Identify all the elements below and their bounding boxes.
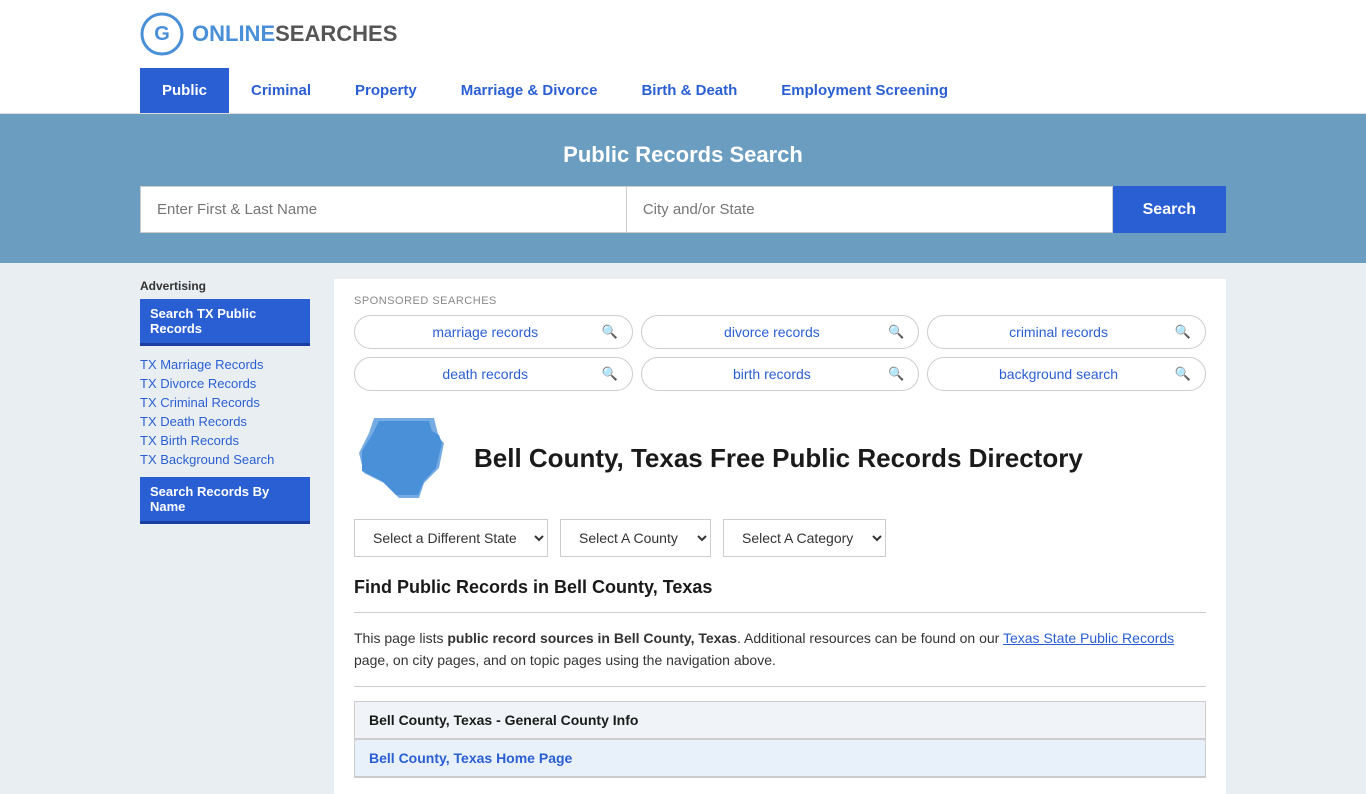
search-icon-death: 🔍 xyxy=(601,366,617,382)
nav-link-employment[interactable]: Employment Screening xyxy=(759,68,970,113)
divider-2 xyxy=(354,686,1206,687)
dropdowns-row: Select a Different State Select A County… xyxy=(354,519,1206,557)
search-button[interactable]: Search xyxy=(1113,186,1226,233)
sponsored-link-birth[interactable]: birth records xyxy=(656,366,888,382)
main-wrap: Advertising Search TX Public Records TX … xyxy=(0,263,1366,794)
sponsored-link-background[interactable]: background search xyxy=(942,366,1174,382)
content-area: SPONSORED SEARCHES marriage records 🔍 di… xyxy=(334,279,1226,794)
sponsored-grid: marriage records 🔍 divorce records 🔍 cri… xyxy=(354,315,1206,391)
accordion-label-homepage: Bell County, Texas Home Page xyxy=(369,750,572,766)
hero-title: Public Records Search xyxy=(140,142,1226,168)
nav-item-public[interactable]: Public xyxy=(140,68,229,113)
body-text-3: page, on city pages, and on topic pages … xyxy=(354,652,776,668)
accordion-item-homepage: Bell County, Texas Home Page xyxy=(354,739,1206,778)
page-header: Bell County, Texas Free Public Records D… xyxy=(354,413,1206,503)
sidebar-item-divorce[interactable]: TX Divorce Records xyxy=(140,375,310,391)
sponsored-item-background[interactable]: background search 🔍 xyxy=(927,357,1206,391)
page-title: Bell County, Texas Free Public Records D… xyxy=(474,443,1083,474)
nav-link-criminal[interactable]: Criminal xyxy=(229,68,333,113)
nav-link-marriage[interactable]: Marriage & Divorce xyxy=(439,68,620,113)
search-bar: Search xyxy=(140,186,1226,233)
sponsored-item-birth[interactable]: birth records 🔍 xyxy=(641,357,920,391)
sponsored-item-divorce[interactable]: divorce records 🔍 xyxy=(641,315,920,349)
sidebar: Advertising Search TX Public Records TX … xyxy=(140,279,310,794)
texas-map-icon xyxy=(354,413,454,503)
advertising-label: Advertising xyxy=(140,279,310,293)
sponsored-item-death[interactable]: death records 🔍 xyxy=(354,357,633,391)
accordion-header-homepage[interactable]: Bell County, Texas Home Page xyxy=(355,740,1205,777)
body-text-1: This page lists xyxy=(354,630,447,646)
nav-link-property[interactable]: Property xyxy=(333,68,439,113)
sidebar-item-death[interactable]: TX Death Records xyxy=(140,413,310,429)
search-icon-birth: 🔍 xyxy=(888,366,904,382)
nav-item-property[interactable]: Property xyxy=(333,68,439,113)
accordion-header-general[interactable]: Bell County, Texas - General County Info xyxy=(355,702,1205,739)
search-by-name-button[interactable]: Search Records By Name xyxy=(140,477,310,524)
sponsored-link-marriage[interactable]: marriage records xyxy=(369,324,601,340)
search-tx-button[interactable]: Search TX Public Records xyxy=(140,299,310,346)
search-icon-background: 🔍 xyxy=(1175,366,1191,382)
main-nav: Public Criminal Property Marriage & Divo… xyxy=(0,68,1366,114)
accordion-label-general: Bell County, Texas - General County Info xyxy=(369,712,638,728)
logo-text: ONLINESEARCHES xyxy=(192,21,397,47)
search-icon-criminal: 🔍 xyxy=(1175,324,1191,340)
divider-1 xyxy=(354,612,1206,613)
category-dropdown[interactable]: Select A Category xyxy=(723,519,886,557)
body-text: This page lists public record sources in… xyxy=(354,627,1206,672)
texas-records-link[interactable]: Texas State Public Records xyxy=(1003,630,1174,646)
nav-item-marriage[interactable]: Marriage & Divorce xyxy=(439,68,620,113)
sponsored-item-criminal[interactable]: criminal records 🔍 xyxy=(927,315,1206,349)
sponsored-item-marriage[interactable]: marriage records 🔍 xyxy=(354,315,633,349)
search-icon-marriage: 🔍 xyxy=(601,324,617,340)
sponsored-link-death[interactable]: death records xyxy=(369,366,601,382)
sidebar-item-marriage[interactable]: TX Marriage Records xyxy=(140,356,310,372)
nav-item-birth[interactable]: Birth & Death xyxy=(619,68,759,113)
nav-item-criminal[interactable]: Criminal xyxy=(229,68,333,113)
sidebar-links: TX Marriage Records TX Divorce Records T… xyxy=(140,356,310,467)
sponsored-label: SPONSORED SEARCHES xyxy=(354,295,1206,307)
logo-icon: G xyxy=(140,12,184,56)
header: G ONLINESEARCHES xyxy=(0,0,1366,68)
find-title: Find Public Records in Bell County, Texa… xyxy=(354,577,1206,598)
sponsored-link-criminal[interactable]: criminal records xyxy=(942,324,1174,340)
name-input[interactable] xyxy=(140,186,626,233)
body-text-2: . Additional resources can be found on o… xyxy=(737,630,1003,646)
nav-item-employment[interactable]: Employment Screening xyxy=(759,68,970,113)
city-input[interactable] xyxy=(626,186,1113,233)
body-bold: public record sources in Bell County, Te… xyxy=(447,630,737,646)
sidebar-item-criminal[interactable]: TX Criminal Records xyxy=(140,394,310,410)
search-hero: Public Records Search Search xyxy=(0,114,1366,263)
nav-link-birth[interactable]: Birth & Death xyxy=(619,68,759,113)
sidebar-item-birth[interactable]: TX Birth Records xyxy=(140,432,310,448)
search-icon-divorce: 🔍 xyxy=(888,324,904,340)
state-dropdown[interactable]: Select a Different State xyxy=(354,519,548,557)
logo: G ONLINESEARCHES xyxy=(140,12,397,56)
sidebar-item-background[interactable]: TX Background Search xyxy=(140,451,310,467)
accordion-item-general: Bell County, Texas - General County Info xyxy=(354,701,1206,739)
nav-link-public[interactable]: Public xyxy=(140,68,229,113)
county-dropdown[interactable]: Select A County xyxy=(560,519,711,557)
sponsored-link-divorce[interactable]: divorce records xyxy=(656,324,888,340)
svg-text:G: G xyxy=(154,23,170,45)
